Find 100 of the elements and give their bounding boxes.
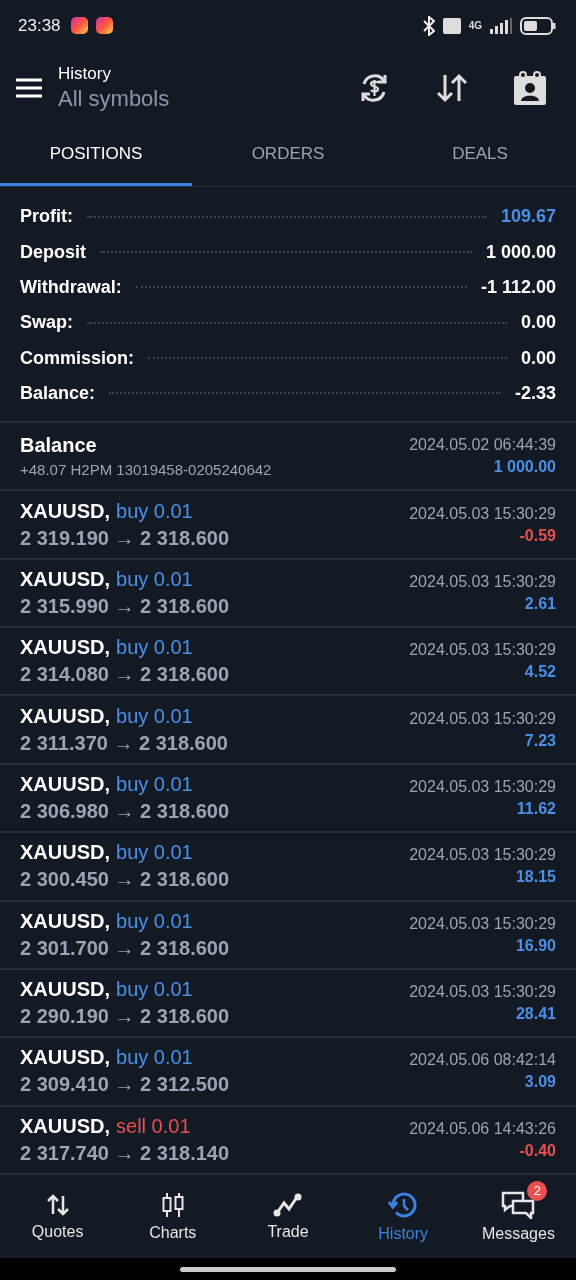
price-range: 2 314.080 → 2 318.600 [20,663,230,687]
home-indicator[interactable] [180,1266,396,1272]
position-row[interactable]: XAUUSD, buy 0.01 2 301.700 → 2 318.600 2024.05.03 15:30:29 16.90 [0,899,576,968]
symbol-filter[interactable]: All symbols [58,85,312,112]
summary-label: Swap: [20,312,73,334]
symbol-label: XAUUSD, [20,499,110,523]
price-range: 2 309.410 → 2 312.500 [20,1073,230,1097]
battery-icon [520,16,556,35]
summary-label: Commission: [20,347,134,369]
price-range: 2 317.740 → 2 318.140 [20,1141,230,1165]
profit-value: 16.90 [515,936,556,955]
symbol-label: XAUUSD, [20,978,110,1002]
price-range: 2 306.980 → 2 318.600 [20,799,230,823]
price-range: 2 300.450 → 2 318.600 [20,868,230,892]
profit-value: 2.61 [524,594,556,613]
symbol-label: XAUUSD, [20,772,110,796]
status-time: 23:38 [18,15,61,36]
chat-bubbles-icon [501,1190,536,1219]
position-row[interactable]: XAUUSD, buy 0.01 2 300.450 → 2 318.600 2024.05.03 15:30:29 18.15 [0,831,576,900]
trade-side: sell 0.01 [116,1114,191,1138]
profit-value: 18.15 [515,868,556,887]
price-range: 2 319.190 → 2 318.600 [20,526,230,550]
summary-value: -1 112.00 [480,276,556,298]
symbol-label: XAUUSD, [20,909,110,933]
tab[interactable]: DEALS [384,123,576,187]
trade-side: buy 0.01 [116,978,193,1002]
close-time: 2024.05.03 15:30:29 [409,846,556,865]
symbol-label: XAUUSD, [20,704,110,728]
profit-value: -0.40 [519,1141,556,1160]
profit-value: 7.23 [524,731,556,750]
price-range: 2 311.370 → 2 318.600 [20,731,228,755]
close-time: 2024.05.06 14:43:26 [409,1119,556,1138]
entry-time: 2024.05.02 06:44:39 [409,436,556,455]
nav-item[interactable]: 2 Messages [460,1174,576,1259]
summary-value: 0.00 [520,312,556,334]
network-label: 4G [468,20,482,32]
trade-side: buy 0.01 [116,636,193,660]
summary-label: Withdrawal: [20,276,122,298]
summary-label: Profit: [20,206,73,228]
nav-item[interactable]: Trade [230,1174,346,1259]
entry-title: Balance [20,434,98,458]
calendar-person-icon[interactable] [514,70,546,105]
position-row[interactable]: XAUUSD, buy 0.01 2 309.410 → 2 312.500 2024.05.06 08:42:14 3.09 [0,1036,576,1105]
candlestick-icon [160,1191,185,1218]
summary-label: Deposit [20,241,86,263]
position-row[interactable]: XAUUSD, buy 0.01 2 311.370 → 2 318.600 2024.05.03 15:30:29 7.23 [0,694,576,763]
trade-side: buy 0.01 [116,841,193,865]
close-time: 2024.05.03 15:30:29 [409,572,556,591]
position-row[interactable]: XAUUSD, buy 0.01 2 315.990 → 2 318.600 2024.05.03 15:30:29 2.61 [0,557,576,627]
summary-label: Balance: [20,382,96,404]
summary-value: 1 000.00 [485,241,556,263]
close-time: 2024.05.03 15:30:29 [409,914,556,933]
menu-icon[interactable] [16,77,42,98]
notification-badge: 2 [527,1180,548,1201]
entry-comment: +48.07 H2PM 13019458-0205240642 [20,461,272,479]
trade-side: buy 0.01 [116,909,193,933]
close-time: 2024.05.03 15:30:29 [409,641,556,660]
nav-item[interactable]: Charts [115,1174,231,1259]
profit-value: 3.09 [524,1073,556,1092]
summary-value: 109.67 [500,206,556,228]
nav-item[interactable]: Quotes [0,1174,116,1259]
profit-value: 11.62 [516,799,556,818]
position-row[interactable]: XAUUSD, sell 0.01 2 317.740 → 2 318.140 2024.05.06 14:43:26 -0.40 [0,1104,576,1173]
price-range: 2 301.700 → 2 318.600 [20,936,230,960]
profit-value: 28.41 [515,1005,556,1024]
trade-side: buy 0.01 [116,1046,193,1070]
trade-side: buy 0.01 [116,567,193,591]
trade-side: buy 0.01 [116,772,193,796]
nav-item[interactable]: History [345,1174,461,1259]
sort-icon[interactable] [436,72,468,103]
trade-side: buy 0.01 [116,704,193,728]
summary-value: -2.33 [514,382,556,404]
signal-icon [490,17,512,34]
close-time: 2024.05.03 15:30:29 [409,983,556,1002]
tab[interactable]: ORDERS [192,123,384,187]
profit-value: 4.52 [524,663,556,682]
summary-value: 0.00 [520,347,556,369]
position-row[interactable]: XAUUSD, buy 0.01 2 319.190 → 2 318.600 2024.05.03 15:30:29 -0.59 [0,489,576,558]
up-down-arrows-icon [45,1192,70,1217]
profit-value: -0.59 [519,526,556,545]
price-range: 2 290.190 → 2 318.600 [20,1005,230,1029]
close-time: 2024.05.03 15:30:29 [409,709,556,728]
tab[interactable]: POSITIONS [0,123,192,187]
trade-side: buy 0.01 [116,499,193,523]
entry-amount: 1 000.00 [493,458,556,477]
close-time: 2024.05.06 08:42:14 [409,1051,556,1070]
close-time: 2024.05.03 15:30:29 [409,504,556,523]
symbol-label: XAUUSD, [20,636,110,660]
bluetooth-icon [422,15,435,36]
position-row[interactable]: XAUUSD, buy 0.01 2 290.190 → 2 318.600 2024.05.03 15:30:29 28.41 [0,967,576,1037]
screen-title: History [58,63,112,84]
symbol-label: XAUUSD, [20,1114,110,1138]
close-time: 2024.05.03 15:30:29 [409,777,556,796]
position-row[interactable]: XAUUSD, buy 0.01 2 306.980 → 2 318.600 2024.05.03 15:30:29 11.62 [0,762,576,832]
position-row[interactable]: XAUUSD, buy 0.01 2 314.080 → 2 318.600 2024.05.03 15:30:29 4.52 [0,626,576,695]
line-chart-icon [273,1192,303,1217]
symbol-label: XAUUSD, [20,841,110,865]
price-range: 2 315.990 → 2 318.600 [20,594,230,618]
history-icon [388,1190,419,1219]
symbol-label: XAUUSD, [20,567,110,591]
